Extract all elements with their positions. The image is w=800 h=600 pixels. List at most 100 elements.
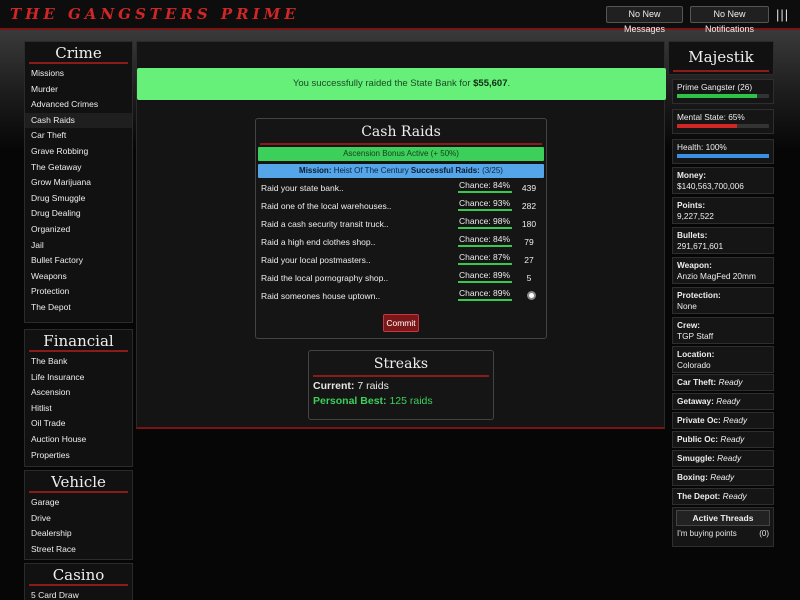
sidebar-item-grow-marijuana[interactable]: Grow Marijuana (25, 175, 132, 191)
sidebar-crime: Crime Missions Murder Advanced Crimes Ca… (24, 41, 133, 323)
sidebar-item-the-bank[interactable]: The Bank (25, 354, 132, 370)
main-content: You successfully raided the State Bank f… (136, 41, 666, 429)
active-threads-button[interactable]: Active Threads (676, 510, 770, 526)
raid-row-house-uptown[interactable]: Raid someones house uptown.. Chance: 89% (256, 287, 546, 305)
raid-select-radio[interactable] (527, 291, 536, 300)
health-progress-fill (677, 154, 769, 158)
sidebar-item-drive[interactable]: Drive (25, 511, 132, 527)
location-label: Location: (677, 349, 715, 359)
current-streak: Current: 7 raids (309, 380, 493, 392)
raid-label: Raid someones house uptown.. (261, 291, 381, 301)
sidebar-item-bullet-factory[interactable]: Bullet Factory (25, 253, 132, 269)
sidebar-item-advanced-crimes[interactable]: Advanced Crimes (25, 97, 132, 113)
sidebar-item-5-card-draw[interactable]: 5 Card Draw (25, 588, 132, 600)
current-streak-value: 7 raids (354, 380, 389, 392)
timer-public-oc[interactable]: Public Oc: Ready (672, 431, 774, 448)
raid-list: Raid your state bank.. Chance: 84% 439 Rai… (256, 179, 546, 305)
timer-label: Boxing: (677, 472, 708, 482)
protection-stat: Protection: None (672, 287, 774, 314)
messages-button[interactable]: No New Messages (606, 6, 683, 34)
rank-progress-fill (677, 94, 758, 98)
timer-private-oc[interactable]: Private Oc: Ready (672, 412, 774, 429)
sidebar-item-oil-trade[interactable]: Oil Trade (25, 416, 132, 432)
protection-label: Protection: (677, 290, 721, 300)
commit-button[interactable]: Commit (383, 314, 419, 332)
rank-progress-bar (677, 94, 769, 98)
player-name[interactable]: Majestik (673, 42, 769, 72)
mental-stat: Mental State: 65% (672, 109, 774, 134)
timer-getaway[interactable]: Getaway: Ready (672, 393, 774, 410)
mission-label: Mission: (299, 166, 332, 175)
timer-boxing[interactable]: Boxing: Ready (672, 469, 774, 486)
success-amount: $55,607 (473, 78, 508, 89)
raid-row-warehouses[interactable]: Raid one of the local warehouses.. Chance… (256, 197, 546, 215)
sidebar-item-cash-raids[interactable]: Cash Raids (25, 112, 132, 129)
top-bar: THE GANGSTERS PRIME No New Messages No N… (0, 0, 800, 34)
sidebar-item-ascension[interactable]: Ascension (25, 385, 132, 401)
sidebar-item-hitlist[interactable]: Hitlist (25, 401, 132, 417)
health-stat: Health: 100% (672, 139, 774, 164)
raid-label: Raid your state bank.. (261, 183, 344, 193)
raid-row-clothes-shop[interactable]: Raid a high end clothes shop.. Chance: 84… (256, 233, 546, 251)
sidebar-casino: Casino 5 Card Draw (24, 563, 133, 600)
timer-label: Public Oc: (677, 434, 719, 444)
sidebar-item-the-depot[interactable]: The Depot (25, 300, 132, 316)
timer-label: Car Theft: (677, 377, 717, 387)
profile-header: Majestik (668, 41, 774, 75)
health-progress-bar (677, 154, 769, 158)
timer-value: Ready (710, 472, 735, 482)
sidebar-item-weapons[interactable]: Weapons (25, 269, 132, 285)
raid-row-pornography-shop[interactable]: Raid the local pornography shop.. Chance:… (256, 269, 546, 287)
raid-label: Raid one of the local warehouses.. (261, 201, 392, 211)
sidebar-item-car-theft[interactable]: Car Theft (25, 128, 132, 144)
sidebar-item-properties[interactable]: Properties (25, 448, 132, 464)
rank-text: Prime Gangster (26) (677, 82, 753, 92)
sidebar-item-jail[interactable]: Jail (25, 238, 132, 254)
location-value: Colorado (677, 360, 711, 370)
active-threads-panel: Active Threads I'm buying points (0) (672, 507, 774, 547)
raid-chance: Chance: 89% (458, 288, 512, 301)
sidebar-item-dealership[interactable]: Dealership (25, 526, 132, 542)
sidebar-item-the-getaway[interactable]: The Getaway (25, 160, 132, 176)
raid-label: Raid your local postmasters.. (261, 255, 371, 265)
money-label: Money: (677, 170, 707, 180)
timer-value: Ready (718, 377, 743, 387)
raid-row-postmasters[interactable]: Raid your local postmasters.. Chance: 87%… (256, 251, 546, 269)
timer-value: Ready (717, 453, 742, 463)
success-text: You successfully raided the State Bank f… (292, 78, 474, 89)
sidebar-item-drug-dealing[interactable]: Drug Dealing (25, 206, 132, 222)
current-streak-label: Current: (313, 380, 355, 392)
ascension-bonus-bar: Ascension Bonus Active (+ 50%) (258, 147, 544, 161)
site-logo[interactable]: THE GANGSTERS PRIME (10, 5, 300, 23)
raid-label: Raid a cash security transit truck.. (261, 219, 389, 229)
raid-row-state-bank[interactable]: Raid your state bank.. Chance: 84% 439 (256, 179, 546, 197)
sidebar-item-drug-smuggle[interactable]: Drug Smuggle (25, 191, 132, 207)
timer-smuggle[interactable]: Smuggle: Ready (672, 450, 774, 467)
sidebar-item-grave-robbing[interactable]: Grave Robbing (25, 144, 132, 160)
timer-car-theft[interactable]: Car Theft: Ready (672, 374, 774, 391)
raid-label: Raid a high end clothes shop.. (261, 237, 376, 247)
bullets-label: Bullets: (677, 230, 708, 240)
sidebar-item-missions[interactable]: Missions (25, 66, 132, 82)
personal-best-value: 125 raids (386, 395, 433, 407)
sidebar-item-auction-house[interactable]: Auction House (25, 432, 132, 448)
sidebar-item-garage[interactable]: Garage (25, 495, 132, 511)
success-banner: You successfully raided the State Bank f… (137, 68, 666, 100)
sidebar-vehicle: Vehicle Garage Drive Dealership Street R… (24, 470, 133, 560)
notifications-button[interactable]: No New Notifications (690, 6, 769, 34)
sidebar-item-life-insurance[interactable]: Life Insurance (25, 370, 132, 386)
sidebar-item-murder[interactable]: Murder (25, 82, 132, 98)
crew-value[interactable]: TGP Staff (677, 331, 769, 341)
raid-row-transit-truck[interactable]: Raid a cash security transit truck.. Chan… (256, 215, 546, 233)
raid-count: 180 (521, 219, 537, 229)
mission-bar: Mission: Heist Of The Century Successful… (258, 164, 544, 178)
timer-the-depot[interactable]: The Depot: Ready (672, 488, 774, 505)
successful-raids-label: Successful Raids: (410, 166, 480, 175)
sidebar-item-street-race[interactable]: Street Race (25, 542, 132, 558)
sidebar-item-protection[interactable]: Protection (25, 284, 132, 300)
thread-item[interactable]: I'm buying points (0) (673, 528, 773, 540)
crew-label: Crew: (677, 320, 701, 330)
menu-icon[interactable]: ||| (776, 7, 789, 22)
sidebar-item-organized[interactable]: Organized (25, 222, 132, 238)
raid-chance: Chance: 87% (458, 252, 512, 265)
